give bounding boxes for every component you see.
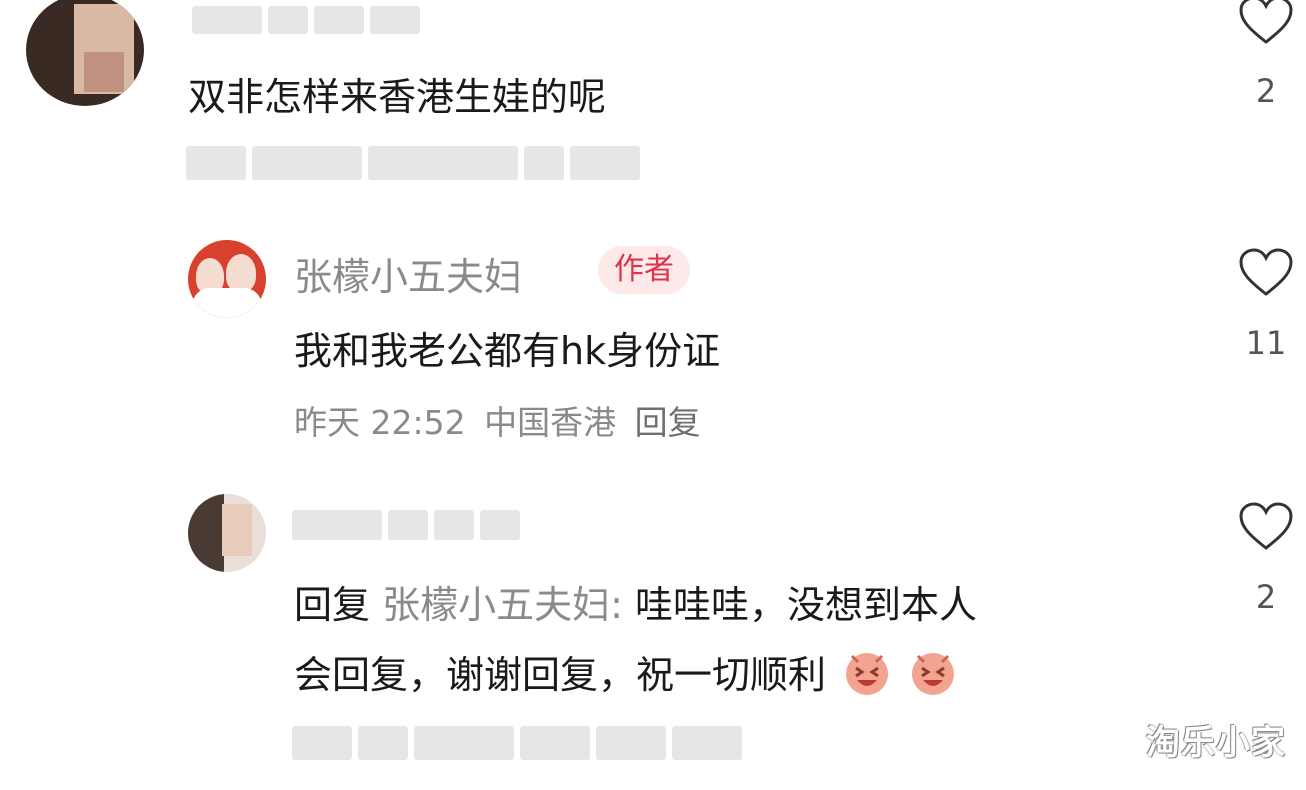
like-count: 2 [1255, 72, 1277, 110]
comment-text: 回复 张檬小五夫妇: 哇哇哇，没想到本人 [294, 574, 977, 629]
author-badge: 作者 [598, 246, 690, 294]
heart-outline-icon[interactable] [1238, 0, 1294, 46]
like-count: 2 [1255, 578, 1277, 616]
comment-time: 昨天 22:52 [294, 403, 466, 442]
comment-text: 我和我老公都有hk身份证 [294, 329, 721, 373]
comment-location: 中国香港 [484, 403, 617, 442]
blurred-username[interactable] [292, 510, 520, 540]
watermark: 淘乐小家 [1146, 723, 1286, 763]
emoji-laugh-icon [912, 653, 955, 695]
emoji-laugh-icon [846, 653, 889, 695]
reply-button[interactable]: 回复 [635, 403, 701, 442]
avatar[interactable] [188, 494, 266, 572]
blurred-meta [186, 146, 640, 180]
reply-prefix: 回复 [294, 583, 371, 627]
comment-text-line2: 会回复，谢谢回复，祝一切顺利 [294, 653, 827, 697]
username[interactable]: 张檬小五夫妇 [294, 246, 522, 301]
comment-text: 双非怎样来香港生娃的呢 [188, 75, 607, 119]
heart-outline-icon[interactable] [1238, 502, 1294, 552]
heart-outline-icon[interactable] [1238, 248, 1294, 298]
blurred-username[interactable] [192, 6, 420, 34]
like-count: 11 [1245, 324, 1287, 362]
comment-meta: 昨天 22:52 中国香港 回复 [294, 396, 701, 444]
comment-text-line1: 哇哇哇，没想到本人 [635, 583, 978, 627]
reply-to-username[interactable]: 张檬小五夫妇: [382, 583, 623, 627]
avatar[interactable] [26, 0, 144, 106]
comment-text-continued: 会回复，谢谢回复，祝一切顺利 [294, 644, 958, 699]
blurred-meta [292, 726, 742, 760]
avatar[interactable] [188, 240, 266, 318]
